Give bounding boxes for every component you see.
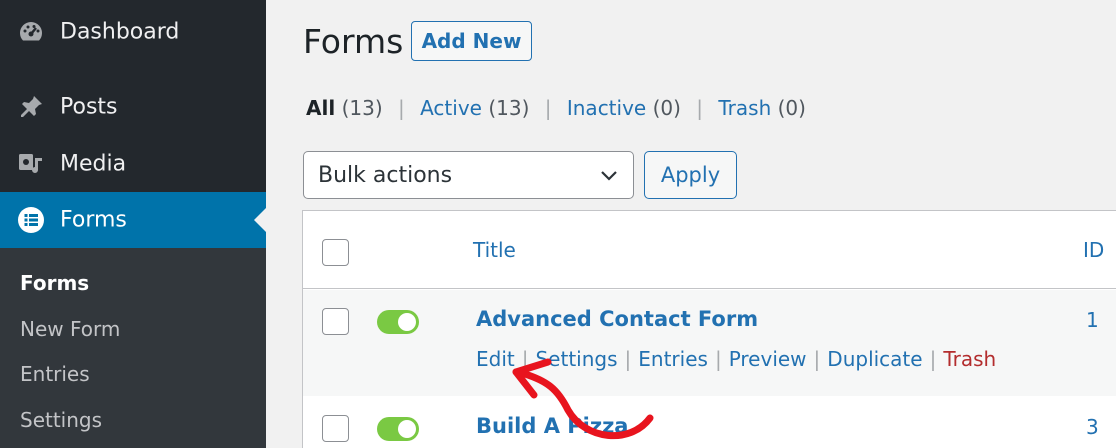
row-action-edit[interactable]: Edit [476,347,515,371]
action-separator: | [521,347,529,371]
submenu-entries[interactable]: Entries [20,362,90,386]
menu-label-media: Media [60,151,127,177]
forms-submenu: Forms New Form Entries Settings [0,248,266,448]
filter-separator: | [696,96,704,120]
row-action-settings[interactable]: Settings [535,347,617,371]
media-icon [16,149,46,179]
bulk-actions-value: Bulk actions [318,162,453,188]
menu-item-dashboard[interactable]: Dashboard [0,4,266,60]
page-title: Forms [303,22,404,61]
chevron-down-icon [599,165,619,185]
apply-button[interactable]: Apply [644,151,737,199]
form-status-toggle[interactable] [377,417,419,441]
row-actions: Edit | Settings | Entries | Preview | Duplicate |… [476,347,996,371]
column-title[interactable]: Title [473,238,516,262]
action-separator: | [813,347,821,371]
table-header: Title ID [303,211,1116,289]
menu-item-posts[interactable]: Posts [0,79,266,135]
form-title-link[interactable]: Build A Pizza [476,414,628,438]
filter-inactive[interactable]: Inactive [567,96,646,120]
filter-separator: | [544,96,552,120]
add-new-button[interactable]: Add New [411,21,532,61]
table-row: Build A Pizza 3 [303,397,1116,448]
action-separator: | [624,347,632,371]
action-separator: | [714,347,722,371]
column-id[interactable]: ID [1083,238,1104,262]
row-action-duplicate[interactable]: Duplicate [827,347,922,371]
menu-item-forms[interactable]: Forms [0,192,266,248]
filter-trash[interactable]: Trash [718,96,771,120]
form-title-link[interactable]: Advanced Contact Form [476,307,758,331]
select-all-checkbox[interactable] [322,239,349,266]
filter-trash-count: (0) [777,96,806,120]
status-filters: All (13) | Active (13) | Inactive (0) | … [306,96,806,120]
filter-inactive-count: (0) [652,96,681,120]
row-action-entries[interactable]: Entries [638,347,708,371]
submenu-forms[interactable]: Forms [20,271,89,295]
menu-label-posts: Posts [60,94,118,120]
pin-icon [16,92,46,122]
submenu-settings[interactable]: Settings [20,408,102,432]
filter-active[interactable]: Active [420,96,482,120]
forms-table: Title ID Advanced Contact Form 1 Edit | Se… [302,210,1116,448]
bulk-actions-select[interactable]: Bulk actions [303,151,634,199]
form-status-toggle[interactable] [377,310,419,334]
row-checkbox[interactable] [322,415,349,442]
dashboard-icon [16,17,46,47]
menu-label-dashboard: Dashboard [60,19,180,45]
admin-sidebar: Dashboard Posts Media Forms Forms New Fo… [0,0,266,448]
form-id: 3 [1086,415,1099,439]
submenu-new-form[interactable]: New Form [20,317,120,341]
form-id: 1 [1086,308,1099,332]
filter-separator: | [397,96,405,120]
action-separator: | [929,347,937,371]
row-checkbox[interactable] [322,308,349,335]
filter-all-count: (13) [341,96,383,120]
forms-icon [16,205,46,235]
menu-label-forms: Forms [60,207,127,233]
filter-active-count: (13) [488,96,530,120]
row-action-preview[interactable]: Preview [729,347,807,371]
row-action-trash[interactable]: Trash [943,347,996,371]
table-row: Advanced Contact Form 1 Edit | Settings | En… [303,290,1116,396]
menu-item-media[interactable]: Media [0,136,266,192]
filter-all[interactable]: All [306,96,335,120]
